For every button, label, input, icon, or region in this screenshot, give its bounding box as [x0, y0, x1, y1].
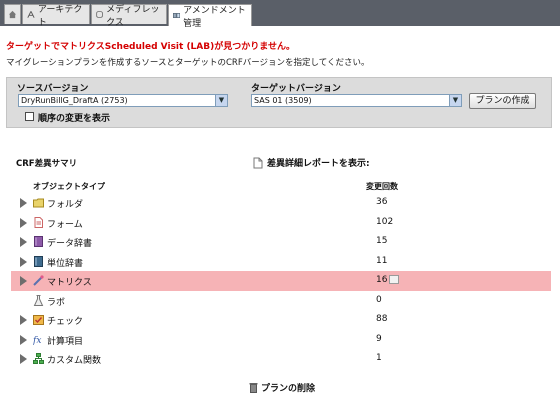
row-count-container: 16	[376, 275, 400, 285]
lab-icon	[33, 295, 44, 306]
expand-arrow-icon[interactable]	[20, 276, 27, 286]
row-count: 88	[376, 314, 388, 324]
warning-flag-icon	[389, 275, 400, 284]
table-row-matrix[interactable]: マトリクス 16	[11, 271, 551, 291]
detail-report-label: 差異詳細レポートを表示:	[267, 159, 370, 169]
amendment-icon	[173, 13, 181, 18]
trash-icon	[249, 383, 258, 393]
row-count: 0	[376, 295, 382, 305]
derivation-icon: fx	[33, 336, 41, 345]
table-row-custom-function[interactable]: カスタム関数 1	[11, 349, 551, 369]
create-plan-button[interactable]: プランの作成	[469, 93, 536, 109]
expand-arrow-icon[interactable]	[20, 198, 27, 208]
target-version-select[interactable]: SAS 01 (3509) ▼	[251, 94, 462, 107]
main-content: ターゲットでマトリクスScheduled Visit (LAB)が見つかりません…	[0, 26, 560, 406]
row-label: データ辞書	[47, 239, 93, 249]
detail-report-link[interactable]: 差異詳細レポートを表示:	[253, 156, 370, 169]
column-header-object-type: オブジェクトタイプ	[33, 182, 105, 191]
tab-architect[interactable]: アーキテクト	[22, 4, 90, 28]
expand-arrow-icon[interactable]	[20, 237, 27, 247]
tab-home[interactable]	[4, 4, 21, 24]
row-label: フォーム	[47, 220, 83, 230]
expand-arrow-icon[interactable]	[20, 354, 27, 364]
row-label: フォルダ	[47, 200, 84, 210]
tab-mediflex[interactable]: メディフレックス	[91, 4, 167, 28]
row-label: チェック	[47, 317, 84, 327]
table-row-form[interactable]: フォーム 102	[11, 213, 551, 233]
matrix-icon	[33, 275, 44, 286]
row-label: ラボ	[47, 298, 66, 308]
svg-text:fx: fx	[33, 336, 41, 345]
row-count: 15	[376, 236, 388, 246]
source-chevron-down-icon[interactable]: ▼	[215, 95, 227, 106]
table-row-lab: ラボ 0	[11, 291, 551, 311]
version-selection-panel: ソースバージョン DryRunBillG_DraftA (2753) ▼ ターゲ…	[6, 77, 552, 128]
expand-arrow-icon[interactable]	[20, 315, 27, 325]
table-row-unit-dictionary[interactable]: 単位辞書 11	[11, 252, 551, 272]
architect-icon	[27, 11, 35, 18]
table-row-derivation[interactable]: fx 計算項目 9	[11, 330, 551, 350]
column-header-change-count: 変更回数	[366, 182, 398, 191]
unit-dictionary-icon	[34, 256, 43, 267]
table-row-folder[interactable]: フォルダ 36	[11, 193, 551, 213]
row-label: 計算項目	[47, 337, 84, 347]
data-dictionary-icon	[34, 236, 43, 247]
tab-mediflex-label: メディフレックス	[106, 4, 160, 28]
show-order-changes-label: 順序の変更を表示	[38, 114, 111, 124]
tab-amendment-label: アメンドメント管理	[183, 5, 246, 29]
table-row-data-dictionary[interactable]: データ辞書 15	[11, 232, 551, 252]
source-version-value: DryRunBillG_DraftA (2753)	[21, 96, 128, 105]
tab-architect-label: アーキテクト	[37, 4, 83, 28]
target-version-label: ターゲットバージョン	[251, 84, 341, 94]
instruction-text: マイグレーションプランを作成するソースとターゲットのCRFバージョンを指定してく…	[6, 58, 370, 68]
row-label: マトリクス	[47, 278, 92, 288]
row-label: カスタム関数	[47, 356, 102, 366]
row-count: 9	[376, 334, 382, 344]
form-icon	[34, 217, 43, 228]
crf-diff-summary-title: CRF差異サマリ	[16, 159, 78, 169]
document-icon	[253, 157, 263, 168]
row-count: 36	[376, 197, 388, 207]
expand-arrow-icon[interactable]	[20, 335, 27, 345]
expand-arrow-icon[interactable]	[20, 218, 27, 228]
target-chevron-down-icon[interactable]: ▼	[449, 95, 461, 106]
delete-plan-link[interactable]: プランの削除	[249, 381, 315, 394]
row-label: 単位辞書	[47, 259, 84, 269]
home-icon	[8, 10, 17, 19]
row-count: 11	[376, 256, 388, 266]
table-row-check[interactable]: チェック 88	[11, 310, 551, 330]
mediflex-icon	[96, 11, 103, 18]
error-message: ターゲットでマトリクスScheduled Visit (LAB)が見つかりません…	[6, 42, 295, 52]
target-version-value: SAS 01 (3509)	[254, 96, 312, 105]
row-count: 16	[376, 275, 388, 285]
source-version-select[interactable]: DryRunBillG_DraftA (2753) ▼	[18, 94, 228, 107]
tab-bar: アーキテクト メディフレックス アメンドメント管理	[0, 0, 560, 29]
expand-arrow-icon[interactable]	[20, 257, 27, 267]
folder-icon	[33, 198, 44, 208]
check-icon	[33, 315, 44, 325]
tab-amendment-management[interactable]: アメンドメント管理	[168, 4, 252, 29]
show-order-changes-checkbox[interactable]	[25, 112, 34, 121]
source-version-label: ソースバージョン	[17, 84, 89, 94]
row-count: 102	[376, 217, 394, 227]
custom-function-icon	[33, 353, 44, 364]
row-count: 1	[376, 353, 382, 363]
delete-plan-label: プランの削除	[261, 384, 316, 394]
